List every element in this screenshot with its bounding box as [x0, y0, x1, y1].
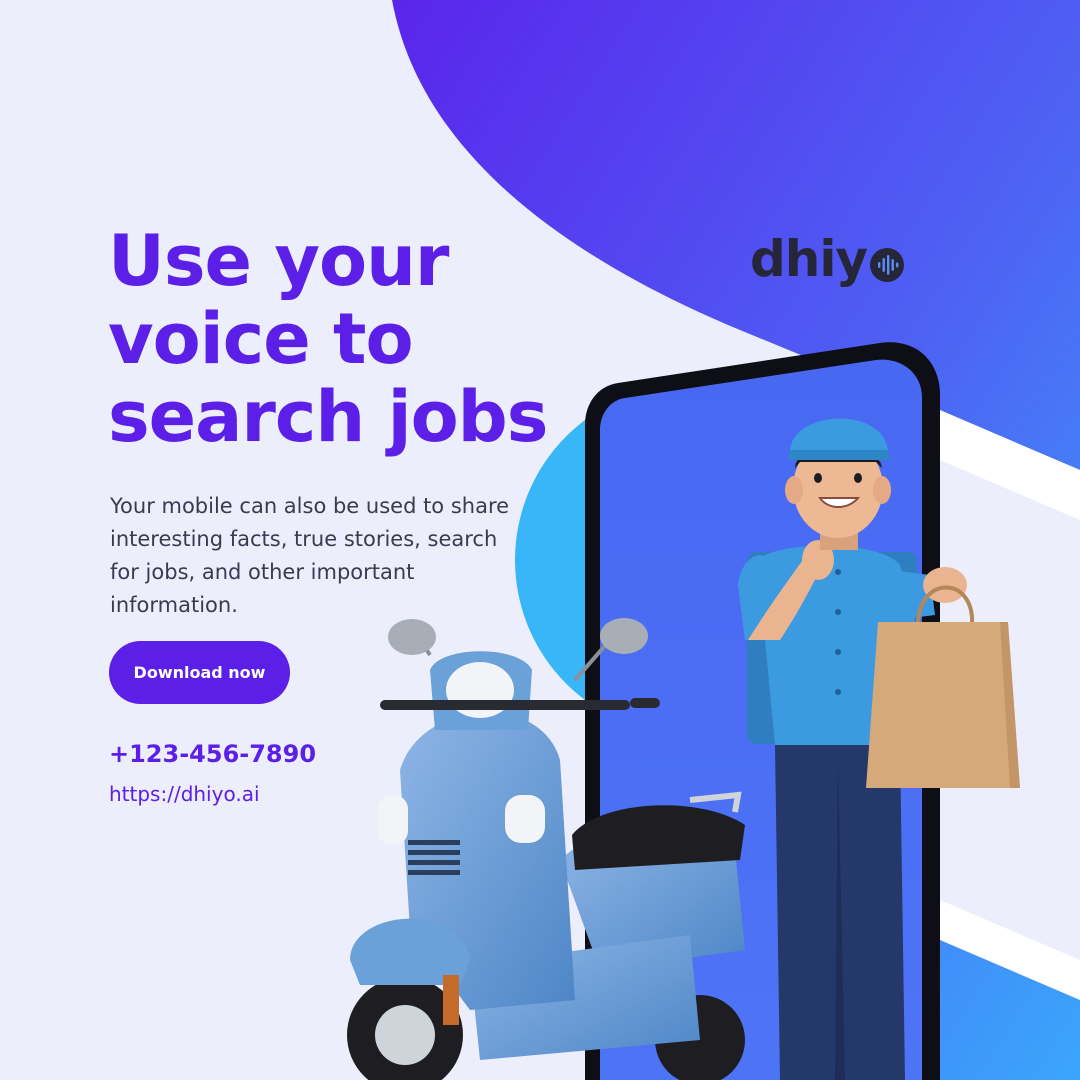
headline-line: voice to — [108, 298, 414, 380]
brand-logo: dhiy — [750, 224, 905, 294]
headline-line: search jobs — [108, 376, 548, 458]
download-now-button[interactable]: Download now — [109, 641, 290, 704]
body-copy: Your mobile can also be used to share in… — [110, 494, 510, 617]
headline-line: Use your — [108, 220, 449, 302]
brand-wordmark: dhiy — [750, 230, 868, 288]
website-link[interactable]: https://dhiyo.ai — [109, 782, 260, 806]
voice-wave-icon — [869, 247, 905, 283]
phone-number: +123-456-7890 — [109, 740, 317, 768]
headline: Use your voice to search jobs — [108, 222, 628, 456]
